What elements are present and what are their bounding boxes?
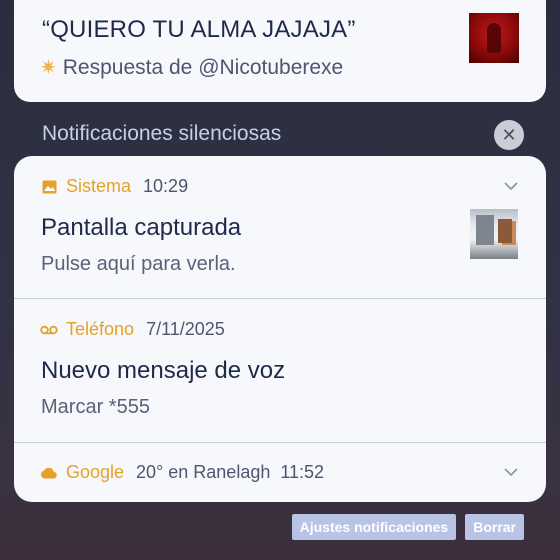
- app-name: Teléfono: [66, 319, 135, 339]
- clear-all-button[interactable]: Borrar: [465, 514, 524, 540]
- notification-header: Teléfono 7/11/2025: [40, 319, 225, 340]
- notification-title: Pantalla capturada: [41, 214, 242, 241]
- silent-notifications-header: Notificaciones silenciosas: [42, 122, 282, 145]
- sparkle-icon: ✷: [40, 57, 57, 79]
- image-icon: [40, 180, 58, 194]
- notification-text: Pulse aquí para verla.: [41, 253, 236, 275]
- notification-date: 7/11/2025: [146, 319, 225, 339]
- notification-title: Nuevo mensaje de voz: [41, 357, 286, 384]
- close-icon[interactable]: ✕: [494, 120, 524, 150]
- notification-settings-button[interactable]: Ajustes notificaciones: [291, 514, 457, 540]
- notification-text: Marcar *555: [41, 396, 150, 418]
- app-name: Sistema: [66, 176, 132, 196]
- notification-header: Google 20° en Ranelagh 11:52: [40, 462, 324, 483]
- cloud-icon: [40, 467, 58, 479]
- notification-time: 10:29: [143, 176, 189, 196]
- top-notification-card[interactable]: “QUIERO TU ALMA JAJAJA” ✷ Respuesta de @…: [14, 0, 546, 102]
- notification-header: Sistema 10:29: [40, 176, 188, 197]
- weather-summary: 20° en Ranelagh 11:52: [136, 462, 325, 482]
- chevron-down-icon[interactable]: [504, 178, 518, 194]
- screenshot-thumbnail: [470, 209, 518, 259]
- notification-title: “QUIERO TU ALMA JAJAJA”: [42, 16, 356, 43]
- notification-sistema[interactable]: Sistema 10:29 Pantalla capturada Pulse a…: [14, 156, 546, 298]
- reply-text: Respuesta de @Nicotuberexe: [62, 55, 344, 79]
- chevron-down-icon[interactable]: [504, 464, 518, 480]
- notification-thumbnail: [469, 13, 519, 63]
- notification-telefono[interactable]: Teléfono 7/11/2025 Nuevo mensaje de voz …: [14, 299, 546, 442]
- notification-actions: Ajustes notificaciones Borrar: [291, 514, 524, 540]
- notification-google[interactable]: Google 20° en Ranelagh 11:52: [14, 443, 546, 502]
- silent-notifications-card: Sistema 10:29 Pantalla capturada Pulse a…: [14, 156, 546, 502]
- app-name: Google: [66, 462, 125, 482]
- notification-reply-line: ✷ Respuesta de @Nicotuberexe: [40, 55, 343, 80]
- voicemail-icon: [40, 325, 58, 335]
